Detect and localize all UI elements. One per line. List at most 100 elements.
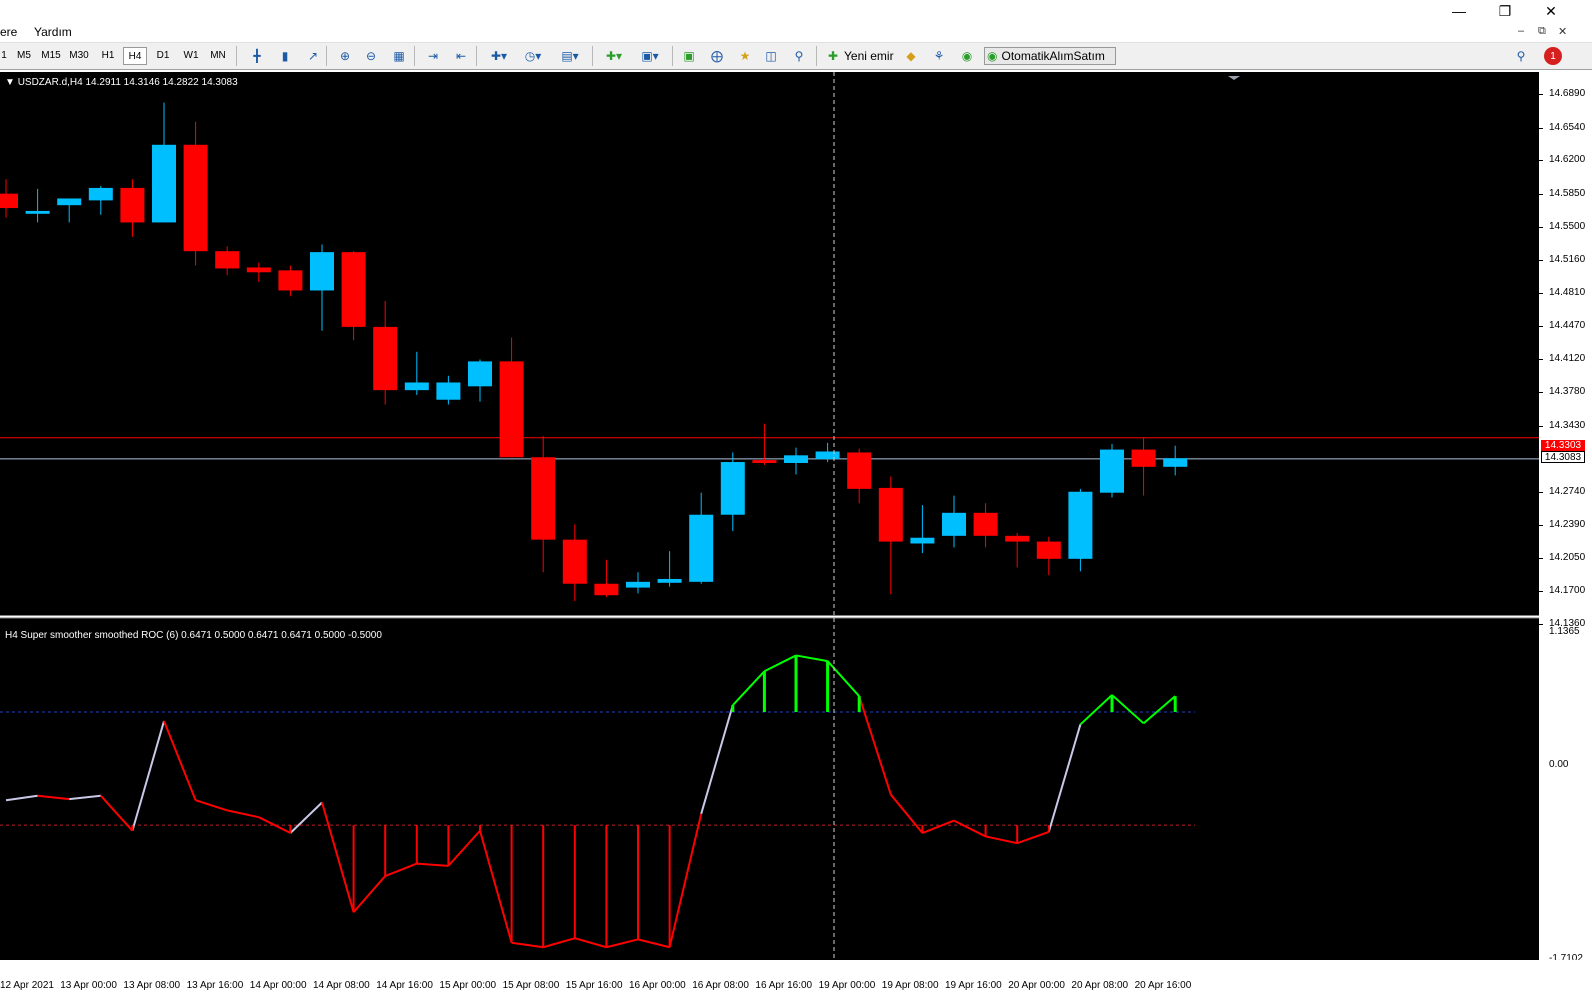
time-axis-label: 19 Apr 16:00: [945, 980, 1002, 991]
price-scale-tick: [1539, 624, 1543, 625]
indicator-line-segment: [606, 938, 639, 949]
candle-body: [562, 539, 587, 584]
price-scale-label: 14.6540: [1549, 121, 1586, 133]
indicator-line-segment: [69, 794, 101, 801]
candle-body: [626, 581, 650, 588]
candle-body: [531, 457, 556, 540]
indicator-line-segment: [258, 816, 291, 834]
candle-body: [278, 270, 303, 291]
candle-body: [942, 512, 966, 536]
time-axis-label: 16 Apr 00:00: [629, 980, 686, 991]
candle-body: [88, 187, 113, 201]
chart-shift-marker: [1228, 76, 1240, 80]
indicator-line-segment: [668, 813, 703, 948]
price-scale-label: 14.6890: [1549, 88, 1586, 99]
time-axis-label: 16 Apr 08:00: [692, 980, 749, 991]
indicator-line-segment: [700, 704, 734, 815]
candle-body: [373, 326, 398, 391]
indicator-line-segment: [37, 794, 70, 801]
time-axis-label: 19 Apr 08:00: [881, 980, 939, 991]
candle-body: [310, 252, 334, 291]
time-axis-label: 14 Apr 00:00: [249, 980, 307, 991]
price-scale-tick: [1539, 127, 1543, 129]
price-scale-label: 14.4810: [1549, 287, 1586, 299]
candle-body: [468, 361, 492, 387]
candle-body: [815, 451, 840, 460]
candle-body: [404, 382, 429, 391]
price-scale-label: 14.5500: [1549, 221, 1586, 233]
indicator-line-segment: [985, 835, 1018, 845]
price-scale-tick: [1539, 160, 1543, 162]
time-axis-label: 13 Apr 00:00: [60, 980, 117, 991]
candle-body: [341, 252, 366, 327]
candle-body: [152, 144, 176, 223]
candle-body: [1036, 541, 1061, 559]
price-scale-tick: [1539, 491, 1543, 493]
symbol-info: USDZAR.d,H4 14.2911 14.3146 14.2822 14.3…: [17, 77, 238, 88]
time-axis-label: 12 Apr 2021: [0, 980, 54, 991]
indicator-line-segment: [1142, 695, 1176, 725]
time-axis-label: 14 Apr 08:00: [313, 980, 370, 991]
indicator-line-segment: [511, 941, 544, 949]
price-scale-tick: [1539, 591, 1543, 593]
time-axis-label: 16 Apr 16:00: [755, 980, 813, 991]
candle-body: [689, 514, 714, 582]
price-scale-label: 14.2390: [1549, 519, 1586, 531]
candle-body: [973, 512, 998, 536]
price-scale-tick: [1539, 293, 1543, 295]
current-price-tag: 14.3083: [1541, 451, 1585, 463]
indicator-line-segment: [922, 819, 955, 834]
indicator-scale-max: 1.1365: [1549, 626, 1580, 637]
indicator-scale-zero: 0.00: [1549, 759, 1569, 770]
collapse-icon[interactable]: ▼: [5, 77, 15, 88]
time-axis-label: 15 Apr 16:00: [565, 980, 623, 991]
price-scale-label: 14.3430: [1549, 419, 1586, 431]
indicator-line-segment: [763, 654, 797, 673]
price-scale-label: 14.5160: [1549, 253, 1586, 265]
candles-group: [0, 102, 1539, 601]
indicator-line-segment: [890, 793, 924, 834]
time-axis-label: 14 Apr 16:00: [376, 980, 433, 991]
indicator-line-segment: [226, 809, 260, 819]
candle-body: [847, 452, 872, 489]
indicator-line-segment: [479, 830, 513, 944]
candle-body: [720, 462, 745, 515]
price-scale-tick: [1539, 525, 1543, 527]
candle-body: [657, 578, 682, 583]
indicator-line-segment: [795, 654, 828, 663]
indicator-line-segment: [858, 695, 892, 795]
candle-body: [25, 210, 50, 214]
indicator-line-segment: [321, 802, 355, 913]
price-scale-tick: [1539, 557, 1543, 559]
price-scale-label: 14.4120: [1549, 353, 1586, 365]
indicator-line-segment: [195, 799, 228, 812]
price-scale-label: 14.3780: [1549, 386, 1586, 398]
price-scale-label: 14.2740: [1549, 485, 1586, 497]
candle-body: [499, 361, 524, 458]
price-scale-tick: [1539, 392, 1543, 394]
indicator-line-segment: [1079, 694, 1113, 726]
price-scale-label: 14.4470: [1549, 319, 1586, 331]
time-axis-label: 15 Apr 00:00: [439, 980, 497, 991]
time-axis-label: 20 Apr 08:00: [1071, 980, 1129, 991]
candle-body: [0, 193, 18, 209]
indicator-line-segment: [542, 937, 576, 949]
time-axis-label: 20 Apr 00:00: [1008, 980, 1065, 991]
candle-body: [1163, 458, 1188, 467]
time-axis-label: 19 Apr 00:00: [818, 980, 876, 991]
time-axis-label: 13 Apr 08:00: [123, 980, 181, 991]
candle-body: [183, 144, 208, 252]
candle-body: [910, 537, 935, 544]
indicator-line-segment: [131, 720, 165, 832]
chart-canvas: [0, 72, 1539, 960]
candle-body: [878, 487, 903, 542]
indicator-line-segment: [732, 670, 766, 706]
indicator-line-segment: [1047, 724, 1082, 833]
indicator-line-segment: [416, 862, 449, 867]
time-axis-label: 15 Apr 08:00: [502, 980, 560, 991]
indicator-info-line: H4 Super smoother smoothed ROC (6) 0.647…: [5, 630, 382, 641]
candle-body: [57, 198, 82, 206]
price-scale-tick: [1539, 94, 1543, 95]
price-scale-tick: [1539, 259, 1543, 261]
price-scale-tick: [1539, 425, 1543, 427]
